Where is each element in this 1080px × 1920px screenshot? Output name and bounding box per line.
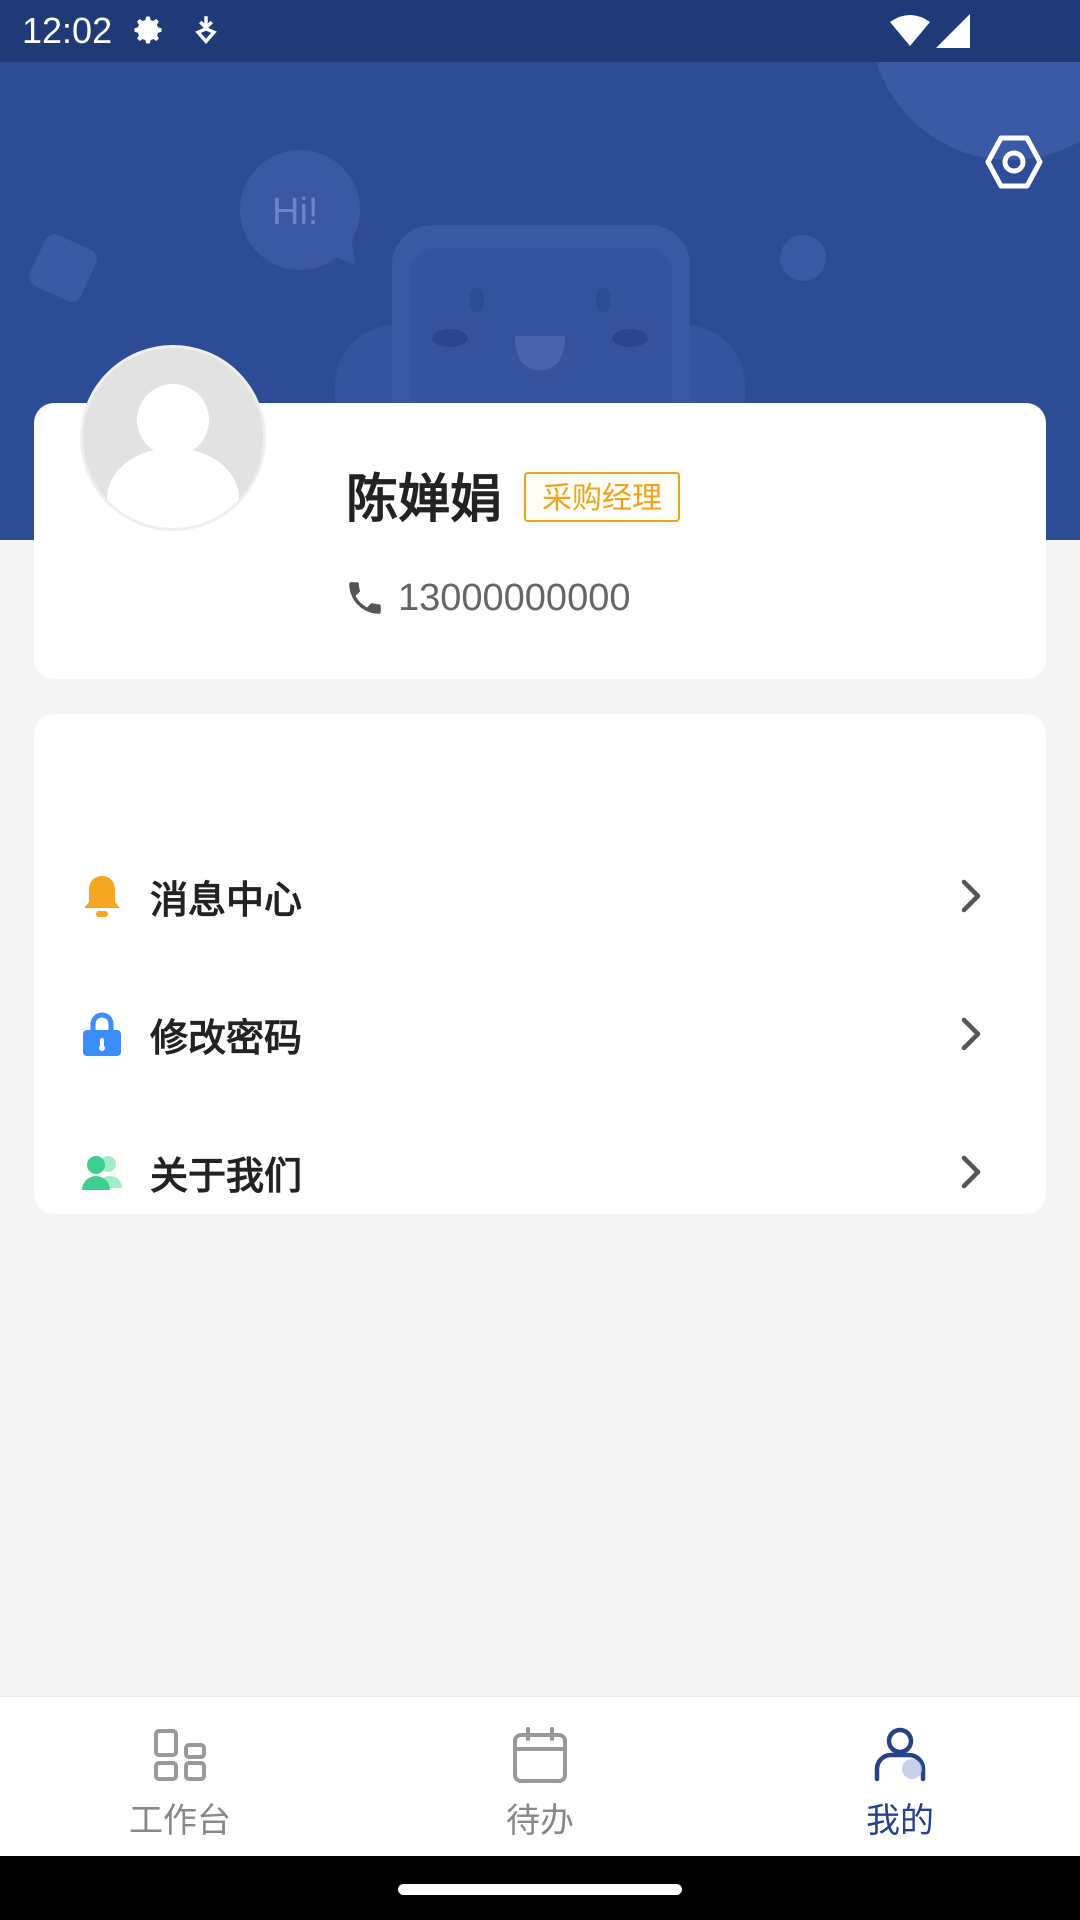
hi-bubble-text: Hi!	[272, 191, 318, 233]
menu-label: 消息中心	[150, 877, 303, 922]
menu-item-message-center[interactable]: 消息中心	[34, 828, 1046, 964]
bell-icon	[84, 876, 120, 917]
avatar[interactable]	[80, 345, 266, 531]
users-icon	[82, 1156, 122, 1190]
menu-item-about-us[interactable]: 关于我们	[34, 1104, 1046, 1240]
dashboard-icon	[154, 1729, 206, 1781]
phone-row: 13000000000	[344, 570, 630, 626]
signal-icon	[936, 14, 970, 52]
lock-icon	[83, 1012, 121, 1056]
settings-status-icon	[130, 12, 166, 52]
system-navigation-bar	[0, 1856, 1080, 1920]
tab-mine[interactable]: 我的	[720, 1697, 1080, 1857]
status-bar: 12:02	[0, 0, 1080, 62]
menu-item-change-password[interactable]: 修改密码	[34, 966, 1046, 1102]
user-name: 陈婵娟	[346, 470, 503, 530]
menu-label: 修改密码	[150, 1015, 303, 1060]
chevron-right-icon	[961, 879, 981, 913]
menu-card: 消息中心 修改密码 关于我们	[34, 714, 1046, 1214]
role-badge: 采购经理	[524, 472, 680, 522]
settings-button[interactable]	[984, 132, 1044, 192]
phone-icon	[349, 582, 381, 614]
hex-settings-icon	[985, 135, 1043, 189]
tab-label: 工作台	[129, 1801, 231, 1841]
calendar-icon	[513, 1727, 567, 1783]
tab-label: 我的	[866, 1801, 934, 1841]
tab-label: 待办	[506, 1801, 574, 1841]
phone-number: 13000000000	[398, 576, 631, 619]
wifi-icon	[890, 14, 930, 52]
tab-workbench[interactable]: 工作台	[0, 1697, 360, 1857]
bottom-navigation: 工作台 待办 我的	[0, 1696, 1080, 1857]
user-icon	[874, 1727, 926, 1782]
download-status-icon	[192, 14, 220, 50]
chevron-right-icon	[961, 1155, 981, 1189]
status-time: 12:02	[22, 10, 113, 51]
menu-label: 关于我们	[150, 1153, 303, 1198]
home-gesture-handle[interactable]	[398, 1884, 682, 1895]
chevron-right-icon	[961, 1017, 981, 1051]
tab-todo[interactable]: 待办	[360, 1697, 720, 1857]
default-avatar-icon	[107, 384, 239, 528]
